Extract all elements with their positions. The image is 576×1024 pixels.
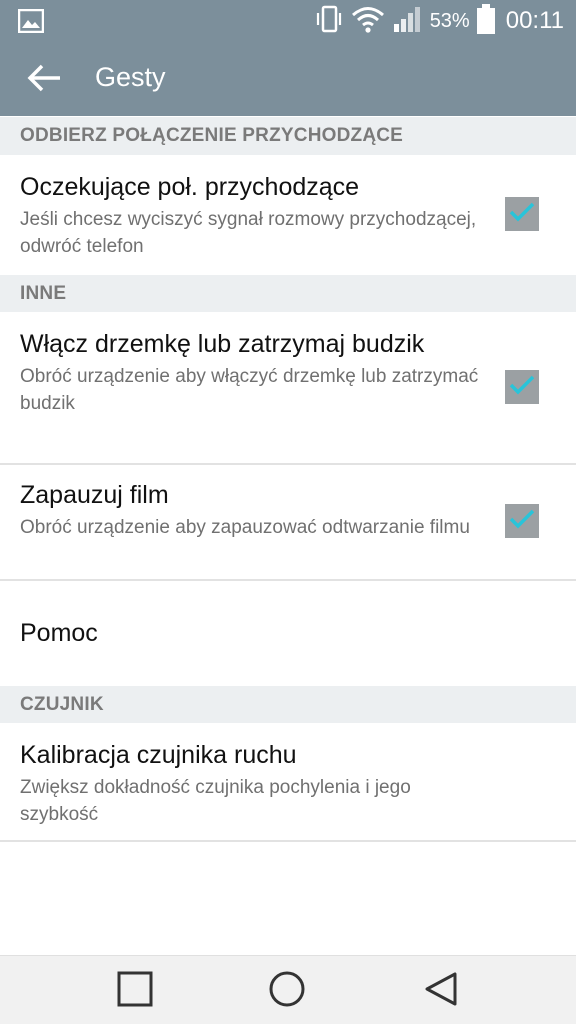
battery-icon: [476, 3, 496, 40]
status-bar: 53% 00:11: [0, 0, 576, 42]
list-item-pause-video[interactable]: Zapauzuj film Obróć urządzenie aby zapau…: [0, 478, 576, 578]
list-item-snooze-alarm[interactable]: Włącz drzemkę lub zatrzymaj budzik Obróć…: [0, 327, 576, 462]
gallery-icon: [17, 8, 45, 38]
checkmark-icon: [508, 201, 536, 228]
home-button[interactable]: [264, 968, 310, 1014]
checkmark-icon: [508, 374, 536, 401]
list-item-help[interactable]: Pomoc: [0, 581, 576, 685]
item-subtitle: Jeśli chcesz wyciszyć sygnał rozmowy prz…: [20, 209, 477, 257]
app-bar: Gesty: [0, 42, 576, 116]
back-arrow-icon: [26, 63, 62, 98]
nav-back-button[interactable]: [418, 968, 464, 1014]
item-subtitle: Zwiększ dokładność czujnika pochylenia i…: [20, 777, 411, 825]
section-header-other: INNE: [0, 275, 576, 312]
checkbox-snooze-alarm[interactable]: [505, 370, 539, 404]
checkbox-incoming-call-waiting[interactable]: [505, 197, 539, 231]
list-item-incoming-call-waiting[interactable]: Oczekujące poł. przychodzące Jeśli chces…: [0, 170, 576, 274]
back-triangle-icon: [422, 970, 460, 1013]
back-button[interactable]: [22, 58, 66, 102]
battery-percent: 53%: [429, 9, 470, 32]
item-title: Pomoc: [20, 619, 98, 647]
page-title: Gesty: [95, 62, 166, 92]
recents-button[interactable]: [112, 968, 158, 1014]
checkmark-icon: [508, 508, 536, 535]
section-header-sensor: CZUJNIK: [0, 686, 576, 723]
item-title: Włącz drzemkę lub zatrzymaj budzik: [20, 330, 425, 358]
divider: [0, 463, 576, 465]
wifi-icon: [350, 4, 386, 39]
divider: [0, 840, 576, 842]
item-subtitle: Obróć urządzenie aby zapauzować odtwarza…: [20, 517, 470, 538]
section-header-incoming-call: ODBIERZ POŁĄCZENIE PRZYCHODZĄCE: [0, 117, 576, 155]
item-title: Oczekujące poł. przychodzące: [20, 173, 360, 201]
list-item-motion-sensor-calibration[interactable]: Kalibracja czujnika ruchu Zwiększ dokład…: [0, 738, 576, 840]
signal-icon: [392, 4, 424, 39]
item-title: Zapauzuj film: [20, 481, 169, 509]
item-subtitle: Obróć urządzenie aby włączyć drzemkę lub…: [20, 366, 479, 414]
recents-square-icon: [116, 970, 154, 1013]
clock: 00:11: [505, 7, 564, 34]
navigation-bar: [0, 955, 576, 1024]
home-circle-icon: [267, 969, 307, 1014]
vibrate-icon: [314, 4, 344, 39]
item-title: Kalibracja czujnika ruchu: [20, 741, 297, 769]
checkbox-pause-video[interactable]: [505, 504, 539, 538]
